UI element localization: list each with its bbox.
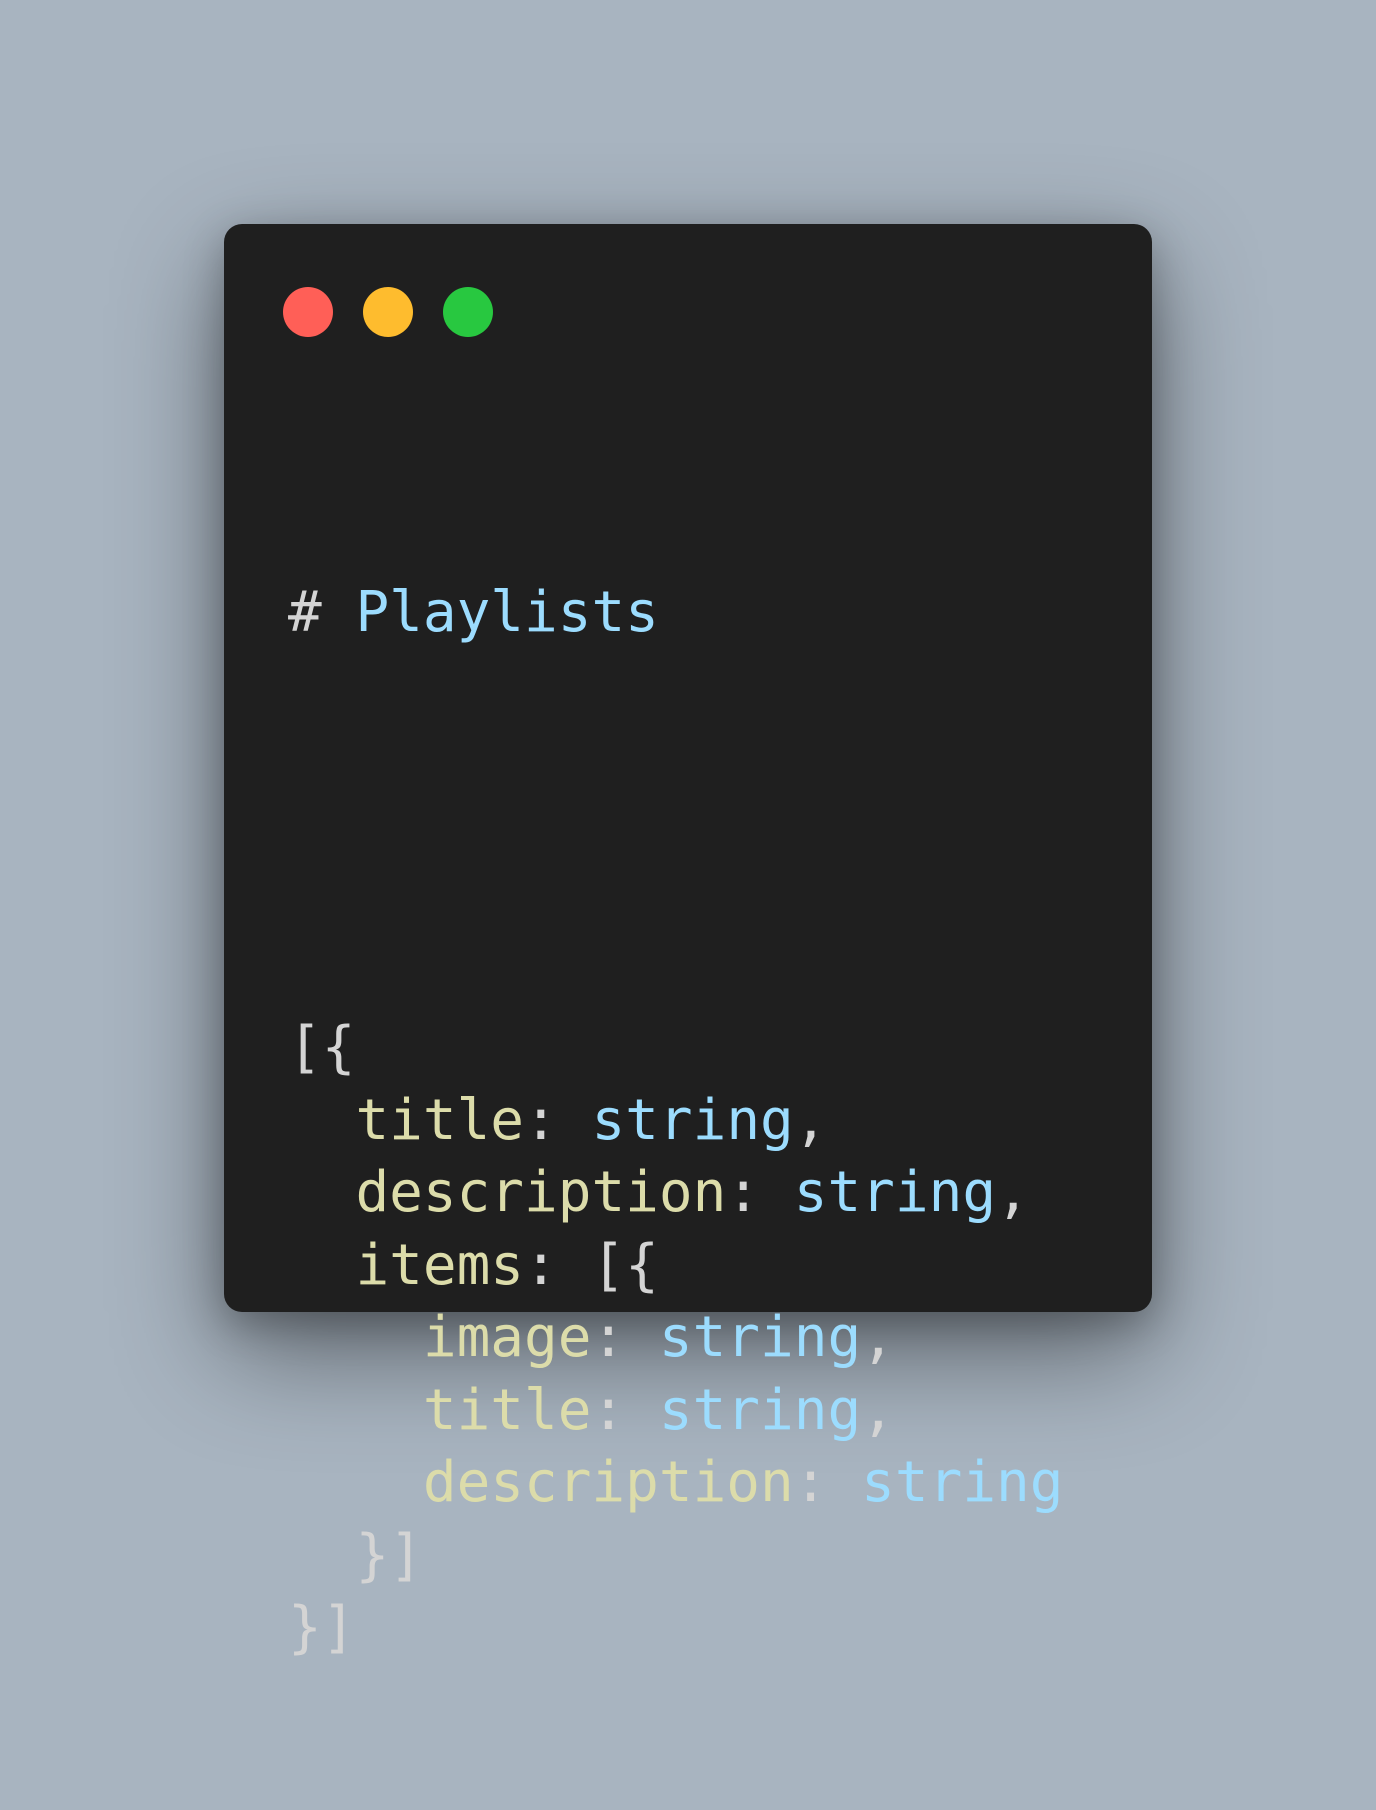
open-bracket: [{ [288, 1015, 356, 1080]
close-button[interactable] [283, 287, 333, 337]
comma: , [861, 1305, 895, 1370]
code-lines: [{ title: string, description: string, i… [288, 1012, 1063, 1665]
code-line: }] [288, 1520, 1063, 1593]
comma: , [996, 1160, 1030, 1225]
property-key: description [355, 1160, 727, 1225]
colon: : [591, 1305, 659, 1370]
property-key: items [355, 1232, 525, 1298]
comma: , [861, 1377, 895, 1443]
type-name: string [658, 1377, 862, 1443]
code-line: title: string, [288, 1085, 1063, 1158]
code-line-heading: # Playlists [288, 577, 1063, 650]
close-bracket: }] [355, 1522, 423, 1588]
code-line: }] [288, 1592, 1063, 1665]
colon: : [524, 1232, 592, 1298]
type-name: string [793, 1160, 997, 1225]
code-line: [{ [288, 1012, 1063, 1085]
comma: , [793, 1087, 828, 1153]
property-key: title [422, 1377, 592, 1443]
code-line: image: string, [288, 1302, 1063, 1375]
colon: : [793, 1450, 862, 1515]
window-controls [283, 287, 493, 337]
property-key: description [422, 1450, 794, 1515]
type-name: string [591, 1087, 794, 1153]
type-name: string [658, 1305, 862, 1370]
code-line: description: string [288, 1447, 1064, 1520]
code-window: # Playlists [{ title: string, descriptio… [224, 224, 1152, 1660]
zoom-button[interactable] [443, 287, 493, 337]
heading-mark: # [288, 580, 356, 645]
heading-text: Playlists [355, 580, 659, 645]
colon: : [591, 1377, 659, 1443]
code-line: description: string, [288, 1157, 1063, 1230]
property-key: title [355, 1087, 525, 1153]
open-bracket: [{ [591, 1232, 659, 1298]
colon: : [726, 1160, 794, 1225]
code-block: # Playlists [{ title: string, descriptio… [288, 432, 1063, 1810]
type-name: string [861, 1450, 1064, 1515]
minimize-button[interactable] [363, 287, 413, 337]
code-line: items: [{ [288, 1230, 1063, 1303]
colon: : [524, 1087, 592, 1153]
code-line: title: string, [288, 1375, 1063, 1448]
close-bracket: }] [288, 1595, 356, 1660]
property-key: image [422, 1305, 592, 1370]
